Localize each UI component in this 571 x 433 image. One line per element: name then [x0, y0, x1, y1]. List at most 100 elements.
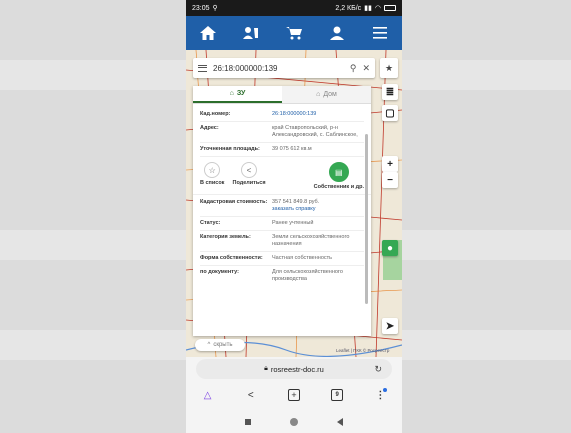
property-tabs: ⌂ ЗУ ⌂ Дом — [193, 86, 371, 104]
land-plot-icon: ⌂ — [229, 90, 234, 97]
document-icon: ▤ — [328, 162, 349, 182]
cost-value: 357 541 849.8 руб. — [272, 199, 320, 205]
url-text: rosreestr-doc.ru — [270, 364, 324, 374]
search-icon[interactable]: ⚲ — [350, 63, 357, 74]
order-certificate-link[interactable]: заказать справку — [272, 206, 364, 213]
property-rows-bottom: Кадастровая стоимость: 357 541 849.8 руб… — [193, 195, 371, 286]
tab-house-label: Дом — [323, 91, 337, 98]
action-label: В список — [200, 180, 225, 186]
row-status: Статус: Ранее учтенный — [200, 217, 364, 231]
phone-screen: 23:05 ⚲ 2,2 КБ/с ▮▮ ◠ 26:18:000000:139 ⚲… — [186, 0, 402, 433]
plus-icon: + — [387, 158, 393, 170]
chevron-up-icon: ^ — [207, 342, 211, 348]
card-scrollbar[interactable] — [365, 134, 368, 304]
share-icon: < — [247, 389, 254, 401]
tab-land-plot-label: ЗУ — [236, 90, 246, 97]
row-value: 39 075 612 кв.м — [272, 146, 312, 152]
plus-box-icon: + — [287, 389, 300, 401]
layers-icon: ≣ — [385, 86, 395, 98]
row-area: Уточненная площадь: 39 075 612 кв.м — [200, 143, 364, 157]
property-rows-top: Кад.номер: 26:18:000000:139 Адрес: край … — [193, 104, 371, 157]
cadastral-number-link[interactable]: 26:18:000000:139 — [272, 111, 364, 118]
row-key: Кадастровая стоимость: — [200, 199, 268, 205]
tabs-button[interactable]: 9 — [327, 385, 347, 405]
row-key: Кад.номер: — [200, 111, 231, 117]
zoom-in-button[interactable]: + — [382, 156, 398, 172]
row-value: край Ставропольский, р-н Александровский… — [272, 125, 358, 138]
browser-menu-button[interactable]: ⋮ — [370, 385, 390, 405]
home-icon — [199, 26, 216, 40]
new-tab-button[interactable]: + — [284, 385, 304, 405]
share-button[interactable]: < Поделиться — [233, 162, 266, 186]
hide-card-button[interactable]: ^ скрыть — [195, 339, 245, 351]
info-marker-button[interactable]: ● — [382, 240, 398, 256]
locate-button[interactable]: ➤ — [382, 318, 398, 334]
info-icon: ● — [386, 242, 394, 254]
home-circle-icon[interactable] — [289, 417, 298, 426]
action-label: Собственник и др. — [313, 184, 364, 190]
row-land-category: Категория земель: Земли сельскохозяйстве… — [200, 231, 364, 252]
hide-label: скрыть — [213, 342, 233, 348]
battery-icon — [384, 5, 396, 11]
reload-icon[interactable]: ↻ — [374, 364, 382, 375]
lock-icon: 🔒︎ — [264, 365, 268, 372]
share-page-button[interactable]: < — [241, 385, 261, 405]
map-attribution[interactable]: Leaflet | ПКК © Росреестр — [336, 348, 389, 353]
search-input[interactable]: 26:18:000000:139 — [213, 64, 344, 73]
row-key: Форма собственности: — [200, 255, 263, 261]
more-vertical-icon: ⋮ — [375, 387, 388, 401]
tab-land-plot[interactable]: ⌂ ЗУ — [193, 86, 282, 103]
action-label: Поделиться — [232, 180, 266, 186]
background-left — [0, 0, 186, 433]
row-ownership-form: Форма собственности: Частная собственнос… — [200, 252, 364, 266]
row-key: по документу: — [200, 269, 239, 275]
recent-apps-icon[interactable] — [245, 418, 252, 425]
menu-icon — [373, 27, 388, 39]
row-address: Адрес: край Ставропольский, р-н Александ… — [200, 122, 364, 143]
network-speed: 2,2 КБ/с — [335, 4, 362, 12]
location-arrow-icon: ➤ — [385, 320, 395, 332]
owner-info-button[interactable]: ▤ Собственник и др. — [314, 162, 364, 190]
assistant-button[interactable]: △ — [198, 385, 218, 405]
close-icon[interactable]: ✕ — [362, 63, 370, 74]
row-value: Земли сельскохозяйственного назначения — [272, 234, 350, 247]
house-icon: ⌂ — [316, 91, 321, 98]
cadastral-search-bar: 26:18:000000:139 ⚲ ✕ — [193, 58, 375, 78]
map-user-icon — [242, 27, 258, 39]
tab-house[interactable]: ⌂ Дом — [282, 86, 371, 103]
user-button[interactable] — [324, 20, 350, 46]
row-permitted-use: по документу: Для сельскохозяйственного … — [200, 266, 364, 286]
cart-icon — [285, 27, 302, 40]
property-info-card: ⌂ ЗУ ⌂ Дом Кад.номер: 26:18:000000:139 А… — [193, 86, 371, 336]
search-status-icon: ⚲ — [212, 5, 218, 12]
zoom-out-button[interactable]: − — [382, 172, 398, 188]
map-user-button[interactable] — [238, 20, 264, 46]
layers-button[interactable]: ≣ — [382, 84, 398, 100]
top-navbar — [186, 16, 402, 50]
background-right — [402, 0, 571, 433]
row-value: Для сельскохозяйственного производства — [272, 269, 343, 282]
assistant-triangle-icon: △ — [203, 389, 212, 401]
menu-button[interactable] — [367, 20, 393, 46]
share-icon: < — [241, 162, 258, 178]
status-time: 23:05 — [192, 4, 210, 12]
row-key: Уточненная площадь: — [200, 146, 260, 152]
cart-button[interactable] — [281, 20, 307, 46]
status-bar: 23:05 ⚲ 2,2 КБ/с ▮▮ ◠ — [186, 0, 402, 16]
tab-count-icon: 9 — [331, 389, 344, 401]
row-cadastral-cost: Кадастровая стоимость: 357 541 849.8 руб… — [200, 196, 364, 217]
user-icon — [330, 26, 345, 40]
star-outline-icon: ☆ — [204, 162, 221, 178]
system-navigation — [186, 410, 402, 433]
row-key: Адрес: — [200, 125, 219, 131]
back-icon[interactable] — [336, 417, 343, 426]
search-menu-icon[interactable] — [198, 64, 207, 72]
add-to-list-button[interactable]: ☆ В список — [200, 162, 224, 186]
signal-icon: ▮▮ — [364, 5, 372, 12]
row-cadastral-number: Кад.номер: 26:18:000000:139 — [200, 108, 364, 122]
address-bar[interactable]: 🔒︎ rosreestr-doc.ru ↻ — [196, 359, 392, 379]
home-button[interactable] — [195, 20, 221, 46]
favorites-button[interactable]: ★ — [380, 58, 398, 78]
fullscreen-button[interactable]: ▢ — [382, 105, 398, 121]
row-value: Частная собственность — [272, 255, 333, 261]
